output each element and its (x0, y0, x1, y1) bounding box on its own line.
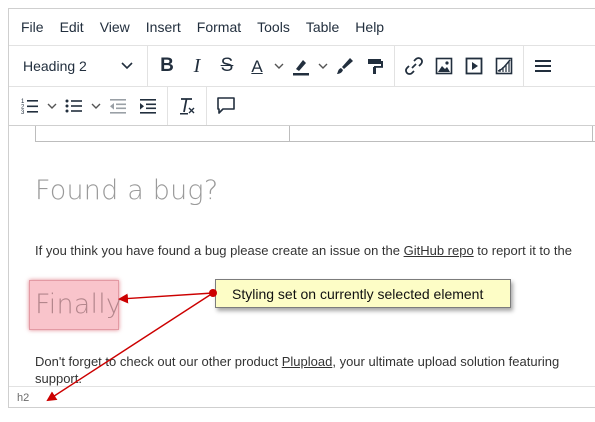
highlight-button[interactable] (286, 51, 316, 81)
editor-content[interactable]: Found a bug? If you think you have found… (9, 126, 595, 386)
toolbar-divider (167, 87, 168, 125)
menu-edit[interactable]: Edit (52, 9, 92, 45)
media-button[interactable] (459, 51, 489, 81)
text-color-dropdown[interactable] (272, 51, 286, 81)
italic-button[interactable]: I (182, 51, 212, 81)
comment-button[interactable] (211, 91, 241, 121)
numbered-list-dropdown[interactable] (45, 91, 59, 121)
bold-icon: B (160, 55, 174, 76)
brush-icon (337, 58, 353, 74)
brush-button[interactable] (330, 51, 360, 81)
text-color-icon: A (251, 56, 263, 76)
bullet-list-button[interactable] (59, 91, 89, 121)
plupload-link[interactable]: Plupload (282, 354, 333, 369)
menu-view[interactable]: View (92, 9, 138, 45)
toolbar-divider (394, 46, 395, 86)
comment-icon (217, 97, 235, 114)
paragraph-plupload: Don't forget to check out our other prod… (35, 353, 595, 386)
table-row (35, 126, 595, 142)
menu-help[interactable]: Help (347, 9, 392, 45)
highlight-icon (293, 60, 309, 76)
block-format-select[interactable]: Heading 2 (11, 51, 143, 81)
paragraph-text: to report it to the (473, 243, 572, 258)
strikethrough-button[interactable]: S (212, 51, 242, 81)
paragraph-bug-report: If you think you have found a bug please… (35, 242, 595, 259)
align-button[interactable] (528, 51, 558, 81)
annotation-callout: Styling set on currently selected elemen… (215, 279, 511, 308)
outdent-icon (110, 99, 126, 114)
clear-formatting-icon (180, 98, 195, 115)
paragraph-text: support. (35, 371, 82, 386)
bold-button[interactable]: B (152, 51, 182, 81)
table-cell-divider (289, 126, 290, 141)
menubar: File Edit View Insert Format Tools Table… (9, 9, 595, 46)
table-cell-divider (592, 126, 593, 141)
chart-icon (495, 57, 513, 75)
paragraph-text: Don't forget to check out our other prod… (35, 354, 282, 369)
toolbar-divider (147, 46, 148, 86)
toolbar-primary: Heading 2 B I S A (9, 46, 595, 87)
chevron-down-icon (91, 103, 101, 109)
link-button[interactable] (399, 51, 429, 81)
indent-button[interactable] (133, 91, 163, 121)
outdent-button[interactable] (103, 91, 133, 121)
clear-formatting-button[interactable] (172, 91, 202, 121)
chevron-down-icon (121, 62, 133, 70)
bullet-list-icon (65, 99, 82, 113)
editor: File Edit View Insert Format Tools Table… (8, 8, 595, 408)
callout-text: Styling set on currently selected elemen… (232, 285, 484, 302)
numbered-list-icon: 123 (21, 99, 38, 116)
github-repo-link[interactable]: GitHub repo (404, 243, 474, 258)
image-icon (435, 57, 453, 75)
bullet-list-dropdown[interactable] (89, 91, 103, 121)
strikethrough-icon: S (220, 55, 234, 76)
paragraph-text: , your ultimate upload solution featurin… (332, 354, 560, 369)
heading-finally[interactable]: Finally (35, 289, 122, 320)
heading-found-a-bug: Found a bug? (35, 175, 219, 206)
toolbar-secondary: 123 (9, 87, 595, 126)
chart-button[interactable] (489, 51, 519, 81)
status-bar: h2 (9, 386, 595, 407)
menu-table[interactable]: Table (298, 9, 347, 45)
toolbar-divider (206, 87, 207, 125)
indent-icon (140, 99, 156, 114)
italic-icon: I (193, 54, 201, 77)
menu-format[interactable]: Format (189, 9, 249, 45)
menu-file[interactable]: File (13, 9, 52, 45)
numbered-list-button[interactable]: 123 (15, 91, 45, 121)
chevron-down-icon (318, 63, 328, 69)
toolbar-divider (523, 46, 524, 86)
chevron-down-icon (274, 63, 284, 69)
image-button[interactable] (429, 51, 459, 81)
svg-text:3: 3 (21, 110, 25, 116)
align-icon (535, 60, 551, 72)
text-color-button[interactable]: A (242, 51, 272, 81)
format-painter-icon (368, 59, 383, 74)
link-icon (405, 57, 423, 75)
block-format-value: Heading 2 (23, 58, 87, 74)
chevron-down-icon (47, 103, 57, 109)
element-path[interactable]: h2 (17, 392, 29, 404)
media-icon (465, 57, 483, 75)
menu-tools[interactable]: Tools (249, 9, 298, 45)
menu-insert[interactable]: Insert (138, 9, 189, 45)
highlight-dropdown[interactable] (316, 51, 330, 81)
format-painter-button[interactable] (360, 51, 390, 81)
paragraph-text: If you think you have found a bug please… (35, 243, 404, 258)
